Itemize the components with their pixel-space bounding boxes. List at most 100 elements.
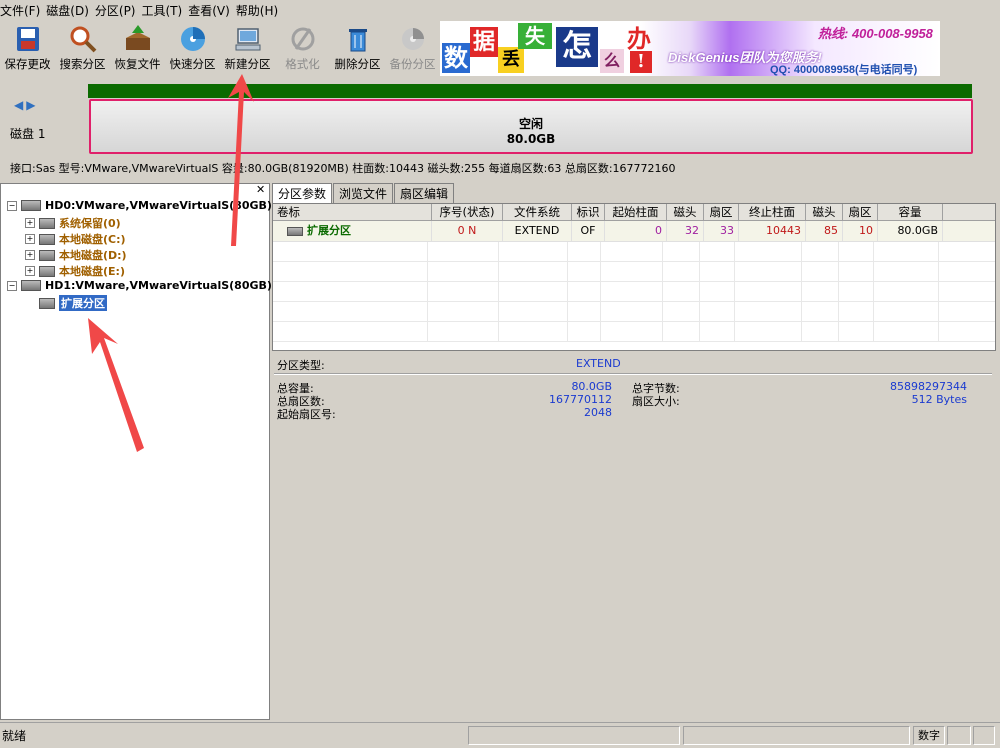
tree-part-e[interactable]: + 本地磁盘(E:) [25,263,125,279]
detail-type-label: 分区类型: [277,359,325,372]
col-id[interactable]: 标识 [572,204,605,220]
col-index[interactable]: 序号(状态) [432,204,503,220]
divider [274,373,992,375]
ad-banner[interactable]: 数 据 丢 失 怎 么 办 ! 热线: 400-008-9958 DiskGen… [440,21,940,76]
tree-part-e-label: 本地磁盘(E:) [59,265,125,278]
row-start-sector: 33 [704,221,739,241]
collapse-icon[interactable]: − [7,280,17,291]
col-start-cyl[interactable]: 起始柱面 [605,204,667,220]
row-filesystem: EXTEND [503,221,572,241]
computer-icon [235,28,260,51]
partition-detail-pane: 分区参数 浏览文件 扇区编辑 卷标 序号(状态) 文件系统 标识 起始柱面 磁头… [272,183,996,720]
new-partition-button[interactable]: 新建分区 [220,20,275,76]
status-pane [683,726,910,745]
backup-disc-icon [401,28,424,50]
banner-char-5: 怎 [556,27,598,67]
free-space-size: 80.0GB [506,132,556,146]
disk-nav: ◀ ▶ [14,98,35,112]
recover-files-button[interactable]: 恢复文件 [110,20,165,76]
table-row[interactable]: 扩展分区 0 N EXTEND OF 0 32 33 10443 85 10 8… [273,221,995,242]
format-button[interactable]: 格式化 [275,20,330,76]
menu-disk[interactable]: 磁盘(D) [46,2,95,19]
disk-label: 磁盘 1 [10,127,46,141]
backup-partition-button[interactable]: 备份分区 [385,20,440,76]
menu-file[interactable]: 文件(F) [0,2,46,19]
tab-sector-edit[interactable]: 扇区编辑 [394,183,455,203]
col-capacity[interactable]: 容量 [878,204,943,220]
menu-tools[interactable]: 工具(T) [142,2,189,19]
row-end-sector: 10 [843,221,878,241]
tree-part-d-label: 本地磁盘(D:) [59,249,127,262]
banner-char-6: 么 [600,49,624,73]
prev-disk-arrow-icon[interactable]: ◀ [14,98,23,112]
detail-total-cap-value: 80.0GB [571,380,612,393]
save-icon [16,27,39,51]
banner-char-8: ! [630,51,652,73]
trash-icon [348,29,367,52]
menu-help[interactable]: 帮助(H) [236,2,284,19]
tree-part-c[interactable]: + 本地磁盘(C:) [25,231,126,247]
extended-partition-bar[interactable] [88,84,972,98]
tab-bar: 分区参数 浏览文件 扇区编辑 [272,183,455,203]
detail-start-sector-label: 起始扇区号: [277,408,336,421]
partition-icon [39,217,55,229]
col-end-head[interactable]: 磁头 [806,204,843,220]
status-bar: 就绪 数字 [0,722,1000,748]
tree-hd1[interactable]: − HD1:VMware,VMwareVirtualS(80GB) [7,279,272,292]
search-partition-button[interactable]: 搜索分区 [55,20,110,76]
tab-partition-params[interactable]: 分区参数 [272,183,333,203]
row-id: OF [572,221,605,241]
expand-icon[interactable]: + [25,218,35,228]
col-volume[interactable]: 卷标 [273,204,432,220]
tree-extended-partition[interactable]: 扩展分区 [39,295,107,311]
tree-part-0[interactable]: + 系统保留(0) [25,215,121,231]
num-lock-indicator: 数字 [913,726,945,745]
status-pane [973,726,995,745]
collapse-icon[interactable]: − [7,200,17,211]
format-label: 格式化 [285,57,320,71]
menu-partition[interactable]: 分区(P) [95,2,142,19]
free-space-bar[interactable]: 空闲 80.0GB [89,99,973,154]
tree-hd0-label: HD0:VMware,VMwareVirtualS(80GB) [45,199,272,212]
menu-bar: 文件(F) 磁盘(D) 分区(P) 工具(T) 查看(V) 帮助(H) [0,0,1000,20]
expand-icon[interactable]: + [25,234,35,244]
disk-tree-panel: − HD0:VMware,VMwareVirtualS(80GB) + 系统保留(0… [0,183,272,720]
col-start-sector[interactable]: 扇区 [704,204,739,220]
expand-icon[interactable]: + [25,250,35,260]
detail-type-value: EXTEND [576,357,621,370]
search-partition-label: 搜索分区 [59,57,106,71]
empty-row [273,262,995,282]
col-filesystem[interactable]: 文件系统 [503,204,572,220]
partition-details: 分区类型: EXTEND 总容量: 80.0GB 总扇区数: 167770112… [272,353,994,718]
hard-disk-icon [21,280,41,291]
row-index: 0 N [432,221,503,241]
close-icon[interactable]: ✕ [256,183,265,196]
hard-disk-icon [21,200,41,211]
tab-browse-files[interactable]: 浏览文件 [333,183,394,203]
col-end-cyl[interactable]: 终止柱面 [739,204,806,220]
banner-qq: QQ: 4000089958(与电话同号) [770,64,918,76]
row-end-head: 85 [806,221,843,241]
table-header: 卷标 序号(状态) 文件系统 标识 起始柱面 磁头 扇区 终止柱面 磁头 扇区 … [273,204,995,221]
menu-view[interactable]: 查看(V) [188,2,236,19]
save-changes-label: 保存更改 [4,57,51,71]
col-end-sector[interactable]: 扇区 [843,204,878,220]
recover-files-label: 恢复文件 [114,57,161,71]
quick-partition-label: 快速分区 [169,57,216,71]
tree-hd0[interactable]: − HD0:VMware,VMwareVirtualS(80GB) [7,199,272,212]
delete-partition-button[interactable]: 删除分区 [330,20,385,76]
row-volume: 扩展分区 [307,224,351,237]
banner-char-1: 数 [442,43,470,73]
quick-partition-button[interactable]: 快速分区 [165,20,220,76]
detail-sector-size-label: 扇区大小: [632,395,680,408]
banner-char-7: 办 [627,24,651,53]
free-space-status: 空闲 [518,117,543,131]
expand-icon[interactable]: + [25,266,35,276]
row-start-head: 32 [667,221,704,241]
save-changes-button[interactable]: 保存更改 [0,20,55,76]
disc-icon [180,27,205,51]
detail-total-bytes-value: 85898297344 [890,380,967,393]
col-start-head[interactable]: 磁头 [667,204,704,220]
next-disk-arrow-icon[interactable]: ▶ [26,98,35,112]
tree-part-d[interactable]: + 本地磁盘(D:) [25,247,127,263]
